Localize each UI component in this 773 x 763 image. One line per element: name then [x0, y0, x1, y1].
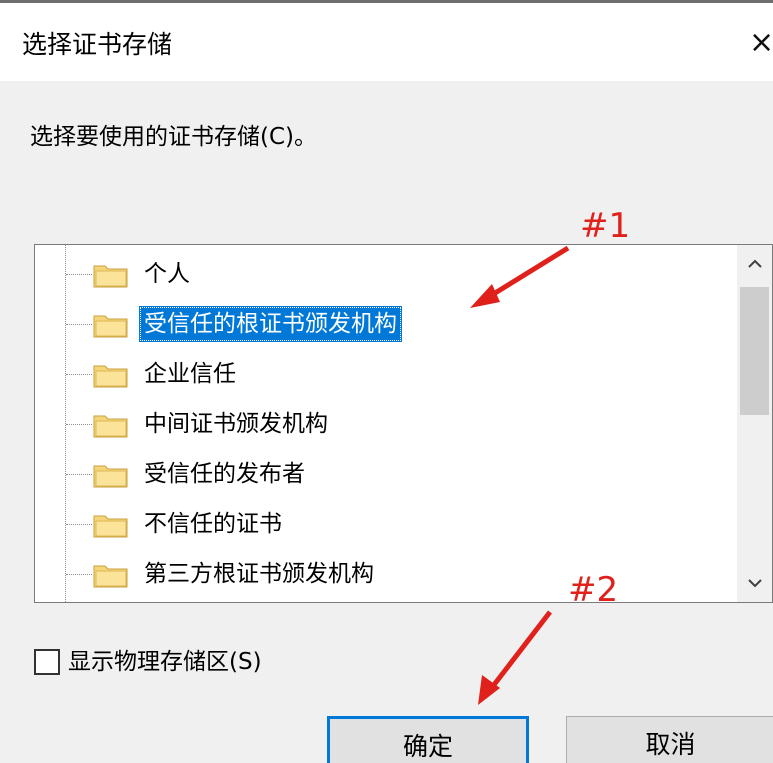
- cancel-button[interactable]: 取消: [566, 716, 773, 763]
- tree-item-label: 受信任的发布者: [144, 461, 305, 487]
- tree-item-label: 个人: [144, 261, 190, 287]
- tree-item-intermediate-ca[interactable]: 中间证书颁发机构: [35, 403, 725, 443]
- vertical-scrollbar[interactable]: [737, 245, 772, 602]
- tree-branch-line: [66, 474, 92, 475]
- ok-button[interactable]: 确定: [327, 716, 529, 763]
- folder-icon: [93, 315, 128, 338]
- tree-item-trusted-publishers[interactable]: 受信任的发布者: [35, 453, 725, 493]
- annotation-label-1: #1: [580, 206, 631, 246]
- tree-item-enterprise-trust[interactable]: 企业信任: [35, 353, 725, 393]
- title-bar: 选择证书存储 ×: [0, 3, 773, 81]
- annotation-label-2: #2: [568, 570, 619, 610]
- tree-item-third-party-root-ca[interactable]: 第三方根证书颁发机构: [35, 553, 725, 593]
- tree-branch-line: [66, 424, 92, 425]
- tree-branch-line: [66, 524, 92, 525]
- folder-icon: [93, 465, 128, 488]
- chevron-down-icon: [747, 579, 762, 588]
- certificate-store-tree[interactable]: 个人 受信任的根证书颁发机构 企业信任 中间证书颁发机构 受信任的发布者 不信任…: [34, 244, 773, 603]
- folder-icon: [93, 415, 128, 438]
- tree-branch-line: [66, 374, 92, 375]
- show-physical-stores-checkbox[interactable]: [34, 649, 60, 675]
- dialog-title: 选择证书存储: [22, 30, 173, 59]
- folder-icon: [93, 515, 128, 538]
- folder-icon: [93, 365, 128, 388]
- folder-icon: [93, 265, 128, 288]
- folder-icon: [93, 565, 128, 588]
- tree-item-label: 受信任的根证书颁发机构: [139, 306, 402, 342]
- chevron-up-icon: [747, 259, 762, 268]
- tree-item-personal[interactable]: 个人: [35, 253, 725, 293]
- tree-item-label: 第三方根证书颁发机构: [144, 561, 374, 587]
- checkbox-label: 显示物理存储区(S): [68, 649, 262, 675]
- tree-branch-line: [66, 274, 92, 275]
- scroll-thumb[interactable]: [740, 287, 769, 415]
- tree-branch-line: [66, 324, 92, 325]
- tree-item-label: 中间证书颁发机构: [144, 411, 328, 437]
- tree-item-trusted-root-ca[interactable]: 受信任的根证书颁发机构: [35, 303, 725, 343]
- scroll-up-button[interactable]: [737, 245, 772, 283]
- tree-branch-line: [66, 574, 92, 575]
- instruction-text: 选择要使用的证书存储(C)。: [30, 124, 318, 150]
- tree-item-label: 企业信任: [144, 361, 236, 387]
- tree-item-label: 不信任的证书: [144, 511, 282, 537]
- scroll-down-button[interactable]: [737, 564, 772, 602]
- tree-item-untrusted-certificates[interactable]: 不信任的证书: [35, 503, 725, 543]
- close-button[interactable]: ×: [749, 27, 773, 61]
